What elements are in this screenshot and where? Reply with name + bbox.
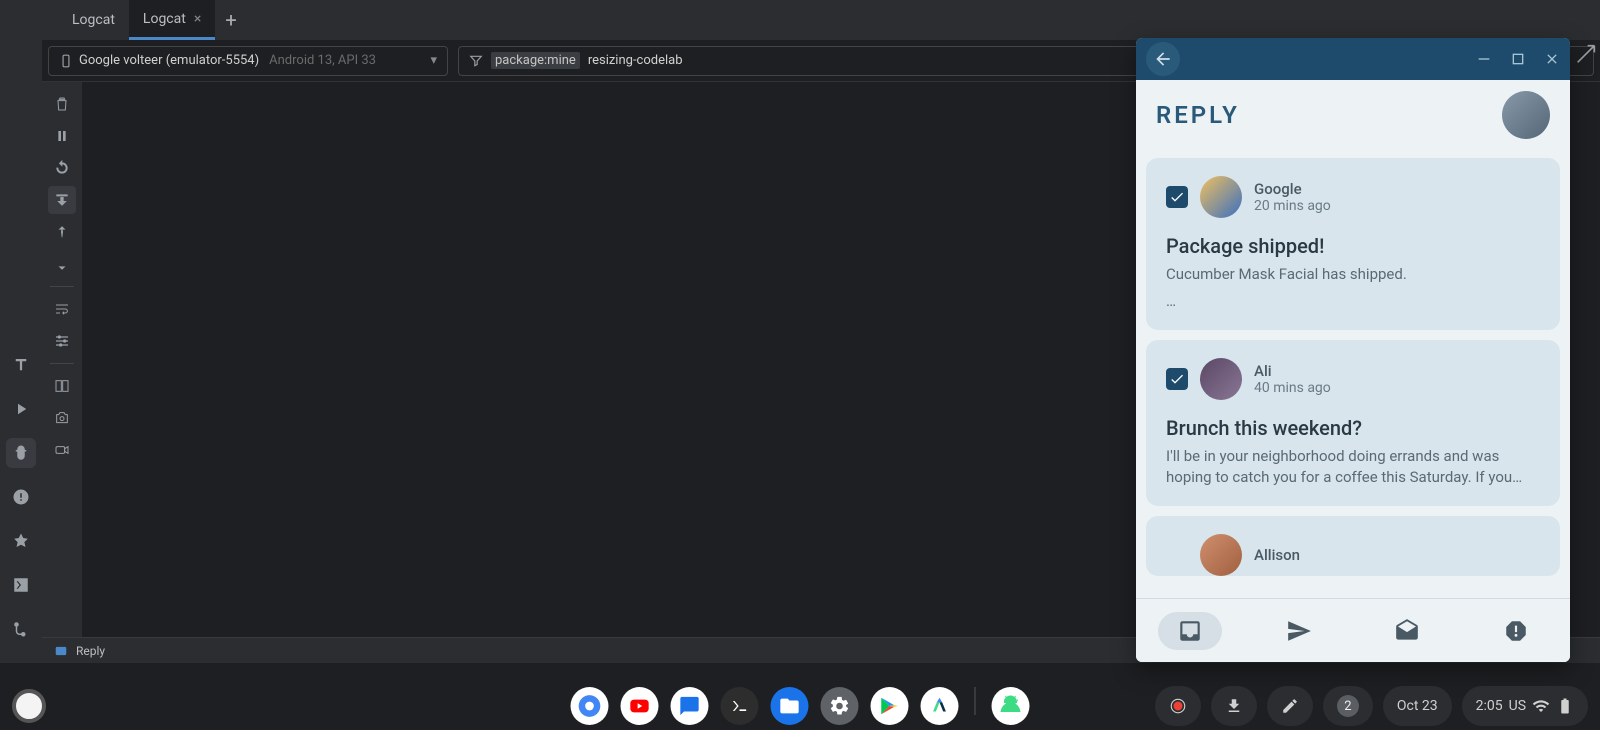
settings-button[interactable] xyxy=(48,327,76,355)
resize-corner-icon xyxy=(1576,44,1596,64)
sender-avatar xyxy=(1200,176,1242,218)
prev-button[interactable] xyxy=(48,218,76,246)
clear-button[interactable] xyxy=(48,90,76,118)
nav-sent[interactable] xyxy=(1267,612,1331,650)
tab-bar: Logcat Logcat × + xyxy=(42,0,1600,40)
play-store-app[interactable] xyxy=(871,687,909,725)
split-button[interactable] xyxy=(48,372,76,400)
tab-logcat-1[interactable]: Logcat xyxy=(58,0,129,40)
emulator-back-button[interactable] xyxy=(1146,42,1180,76)
close-icon[interactable] xyxy=(1544,51,1560,67)
tab-label: Logcat xyxy=(72,12,115,28)
nav-spam[interactable] xyxy=(1484,612,1548,650)
mail-subject: Package shipped! xyxy=(1166,234,1540,258)
mail-card[interactable]: Allison xyxy=(1146,516,1560,576)
checkbox-icon[interactable] xyxy=(1166,368,1188,390)
device-icon xyxy=(59,54,73,68)
screen-record-button[interactable] xyxy=(1155,686,1201,726)
problems-tool-button[interactable] xyxy=(6,482,36,512)
screenshot-button[interactable] xyxy=(48,404,76,432)
keyboard-label: US xyxy=(1509,698,1526,714)
project-icon xyxy=(54,644,68,658)
youtube-app[interactable] xyxy=(621,687,659,725)
scroll-to-end-button[interactable] xyxy=(48,186,76,214)
filter-icon xyxy=(469,54,483,68)
time-label: 2:05 xyxy=(1476,698,1503,714)
battery-icon xyxy=(1556,697,1574,715)
sender-name: Ali xyxy=(1254,362,1331,380)
sender-avatar xyxy=(1200,358,1242,400)
minimize-icon[interactable] xyxy=(1476,51,1492,67)
mail-excerpt: … xyxy=(1166,291,1540,312)
mail-excerpt: Cucumber Mask Facial has shipped. xyxy=(1166,264,1540,285)
sender-avatar xyxy=(1200,534,1242,576)
wrap-button[interactable] xyxy=(48,295,76,323)
notification-badge[interactable]: 2 xyxy=(1323,686,1373,726)
text-tool-button[interactable] xyxy=(6,350,36,380)
emulator-window: REPLY Google 20 mins ago Package shipped… xyxy=(1136,38,1570,662)
run-tool-button[interactable] xyxy=(6,394,36,424)
record-button[interactable] xyxy=(48,436,76,464)
mail-time: 40 mins ago xyxy=(1254,380,1331,396)
device-selector[interactable]: Google volteer (emulator-5554) Android 1… xyxy=(48,46,448,76)
restart-button[interactable] xyxy=(48,154,76,182)
chrome-app[interactable] xyxy=(571,687,609,725)
add-tab-button[interactable]: + xyxy=(225,8,236,32)
app-top-bar: REPLY xyxy=(1136,80,1570,150)
terminal-app[interactable] xyxy=(721,687,759,725)
vcs-tool-button[interactable] xyxy=(6,614,36,644)
logcat-tool-button[interactable] xyxy=(6,438,36,468)
taskbar: 2 Oct 23 2:05 US xyxy=(0,682,1600,730)
android-app[interactable] xyxy=(992,687,1030,725)
files-app[interactable] xyxy=(771,687,809,725)
bottom-nav xyxy=(1136,598,1570,662)
project-name-label: Reply xyxy=(76,644,105,658)
next-button[interactable] xyxy=(48,250,76,278)
mail-card[interactable]: Google 20 mins ago Package shipped! Cucu… xyxy=(1146,158,1560,330)
profile-avatar[interactable] xyxy=(1502,91,1550,139)
app-title: REPLY xyxy=(1156,101,1240,129)
android-studio-app[interactable] xyxy=(921,687,959,725)
sender-name: Allison xyxy=(1254,546,1300,564)
profiler-tool-button[interactable] xyxy=(6,526,36,556)
mail-card[interactable]: Ali 40 mins ago Brunch this weekend? I'l… xyxy=(1146,340,1560,506)
filter-text: resizing-codelab xyxy=(588,53,683,68)
messages-app[interactable] xyxy=(671,687,709,725)
logcat-toolbar xyxy=(42,82,82,637)
settings-app[interactable] xyxy=(821,687,859,725)
badge-count: 2 xyxy=(1337,695,1359,717)
date-label: Oct 23 xyxy=(1397,698,1438,714)
chevron-down-icon: ▾ xyxy=(430,53,437,68)
device-api-label: Android 13, API 33 xyxy=(269,53,376,68)
filter-tag: package:mine xyxy=(491,52,580,69)
date-pill[interactable]: Oct 23 xyxy=(1383,686,1452,726)
nav-drafts[interactable] xyxy=(1375,612,1439,650)
wifi-icon xyxy=(1532,697,1550,715)
mail-list[interactable]: Google 20 mins ago Package shipped! Cucu… xyxy=(1136,150,1570,598)
nav-inbox[interactable] xyxy=(1158,612,1222,650)
launcher-button[interactable] xyxy=(12,689,46,723)
left-tool-rail xyxy=(0,0,42,663)
pause-button[interactable] xyxy=(48,122,76,150)
download-indicator[interactable] xyxy=(1211,686,1257,726)
emulator-titlebar xyxy=(1136,38,1570,80)
device-name-label: Google volteer (emulator-5554) xyxy=(79,53,259,68)
close-icon[interactable]: × xyxy=(194,11,201,27)
checkbox-icon[interactable] xyxy=(1166,186,1188,208)
status-tray[interactable]: 2:05 US xyxy=(1462,686,1588,726)
mail-subject: Brunch this weekend? xyxy=(1166,416,1540,440)
tab-logcat-2[interactable]: Logcat × xyxy=(129,0,215,40)
maximize-icon[interactable] xyxy=(1510,51,1526,67)
terminal-tool-button[interactable] xyxy=(6,570,36,600)
mail-time: 20 mins ago xyxy=(1254,198,1331,214)
pen-indicator[interactable] xyxy=(1267,686,1313,726)
tab-label: Logcat xyxy=(143,11,186,27)
mail-excerpt: I'll be in your neighborhood doing erran… xyxy=(1166,446,1540,488)
sender-name: Google xyxy=(1254,180,1331,198)
